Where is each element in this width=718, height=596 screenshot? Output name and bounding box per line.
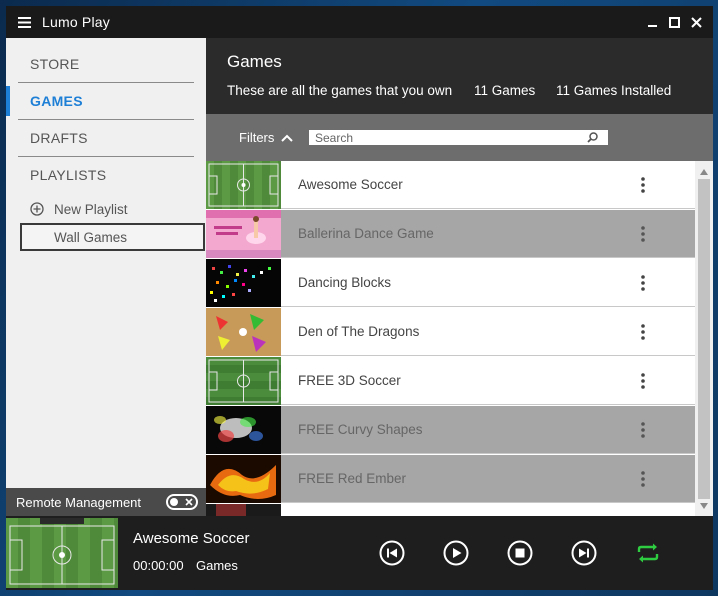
now-playing-thumbnail (6, 518, 118, 588)
game-thumbnail (206, 161, 281, 209)
nav-games-label: GAMES (30, 93, 83, 109)
hamburger-icon (17, 16, 31, 28)
game-row-free-curvy-shapes[interactable]: FREE Curvy Shapes (206, 405, 695, 454)
game-name: Den of The Dragons (298, 324, 420, 339)
game-thumbnail (206, 307, 281, 356)
game-thumbnail (206, 258, 281, 307)
close-button[interactable] (685, 6, 707, 38)
game-thumbnail (206, 454, 281, 503)
next-icon[interactable] (571, 540, 597, 566)
active-indicator (6, 86, 10, 116)
nav-store-label: STORE (30, 56, 80, 72)
search-input[interactable]: Search (309, 130, 608, 145)
game-thumbnail (206, 356, 281, 405)
more-options-icon[interactable] (641, 226, 645, 242)
close-icon (690, 16, 702, 28)
page-title: Games (227, 52, 282, 71)
playlist-item-wall-games[interactable]: Wall Games (20, 223, 205, 251)
game-row-free-3d-soccer[interactable]: FREE 3D Soccer (206, 356, 695, 405)
filters-toggle[interactable]: Filters (239, 130, 294, 145)
nav-playlists-label: PLAYLISTS (30, 167, 107, 183)
player-bar: Awesome Soccer 00:00:00 Games (6, 516, 713, 590)
more-options-icon[interactable] (641, 471, 645, 487)
scroll-up-icon[interactable] (700, 169, 708, 175)
games-count: 11 Games (474, 83, 536, 98)
game-row-ballerina-dance-game[interactable]: Ballerina Dance Game (206, 209, 695, 258)
more-options-icon[interactable] (641, 422, 645, 438)
title-bar: Lumo Play (6, 6, 713, 38)
page-description: These are all the games that you own (227, 83, 453, 98)
toggle-knob (170, 498, 178, 506)
game-row-awesome-soccer[interactable]: Awesome Soccer (206, 161, 695, 209)
maximize-icon (668, 16, 680, 28)
game-row-partial[interactable] (206, 503, 695, 516)
previous-icon[interactable] (379, 540, 405, 566)
toggle-off-icon (185, 498, 193, 506)
search-icon (587, 132, 598, 143)
new-playlist-button[interactable]: New Playlist (30, 198, 128, 220)
game-name: FREE 3D Soccer (298, 373, 401, 388)
new-playlist-label: New Playlist (54, 201, 128, 217)
vertical-scrollbar[interactable] (695, 161, 713, 516)
hamburger-menu-button[interactable] (6, 6, 42, 38)
playback-source: Games (196, 558, 238, 573)
game-name: Awesome Soccer (298, 177, 403, 192)
repeat-icon[interactable] (635, 540, 661, 566)
game-thumbnail (206, 209, 281, 258)
now-playing-title: Awesome Soccer (133, 530, 250, 547)
game-name: Ballerina Dance Game (298, 226, 434, 241)
stop-icon[interactable] (507, 540, 533, 566)
play-icon[interactable] (443, 540, 469, 566)
scroll-down-icon[interactable] (700, 503, 708, 509)
minimize-icon (647, 24, 657, 27)
filters-label: Filters (239, 130, 275, 145)
search-placeholder: Search (315, 130, 354, 145)
sidebar: STORE GAMES DRAFTS PLAYLISTS New Playlis… (6, 38, 206, 488)
game-thumbnail (206, 405, 281, 454)
scrollbar-thumb[interactable] (698, 179, 710, 499)
game-name: FREE Curvy Shapes (298, 422, 423, 437)
remote-management-toggle[interactable] (166, 494, 198, 510)
nav-drafts-label: DRAFTS (30, 130, 88, 146)
filter-bar: Filters Search (206, 114, 713, 161)
game-row-den-of-the-dragons[interactable]: Den of The Dragons (206, 307, 695, 356)
game-thumbnail (206, 503, 281, 516)
remote-management-bar: Remote Management (6, 488, 206, 516)
game-name: FREE Red Ember (298, 471, 407, 486)
more-options-icon[interactable] (641, 373, 645, 389)
more-options-icon[interactable] (641, 275, 645, 291)
more-options-icon[interactable] (641, 324, 645, 340)
playlist-item-label: Wall Games (54, 229, 128, 245)
app-window: Lumo Play STORE GAMES DRAFTS PLAYLISTS N… (6, 6, 713, 590)
game-list: Awesome Soccer Ballerina Dance Game Danc… (206, 161, 713, 516)
chevron-up-icon (281, 134, 294, 142)
nav-playlists[interactable]: PLAYLISTS (18, 157, 194, 193)
maximize-button[interactable] (663, 6, 685, 38)
games-header: Games These are all the games that you o… (206, 38, 713, 114)
game-row-free-red-ember[interactable]: FREE Red Ember (206, 454, 695, 503)
add-circle-icon (30, 202, 44, 216)
remote-management-label: Remote Management (16, 494, 142, 510)
more-options-icon[interactable] (641, 177, 645, 193)
playback-time: 00:00:00 (133, 558, 184, 573)
nav-games[interactable]: GAMES (18, 83, 194, 119)
game-row-dancing-blocks[interactable]: Dancing Blocks (206, 258, 695, 307)
game-name: Dancing Blocks (298, 275, 392, 290)
nav-store[interactable]: STORE (18, 46, 194, 82)
app-title: Lumo Play (42, 14, 110, 30)
installed-count: 11 Games Installed (556, 83, 672, 98)
nav-drafts[interactable]: DRAFTS (18, 120, 194, 156)
minimize-button[interactable] (641, 6, 663, 38)
